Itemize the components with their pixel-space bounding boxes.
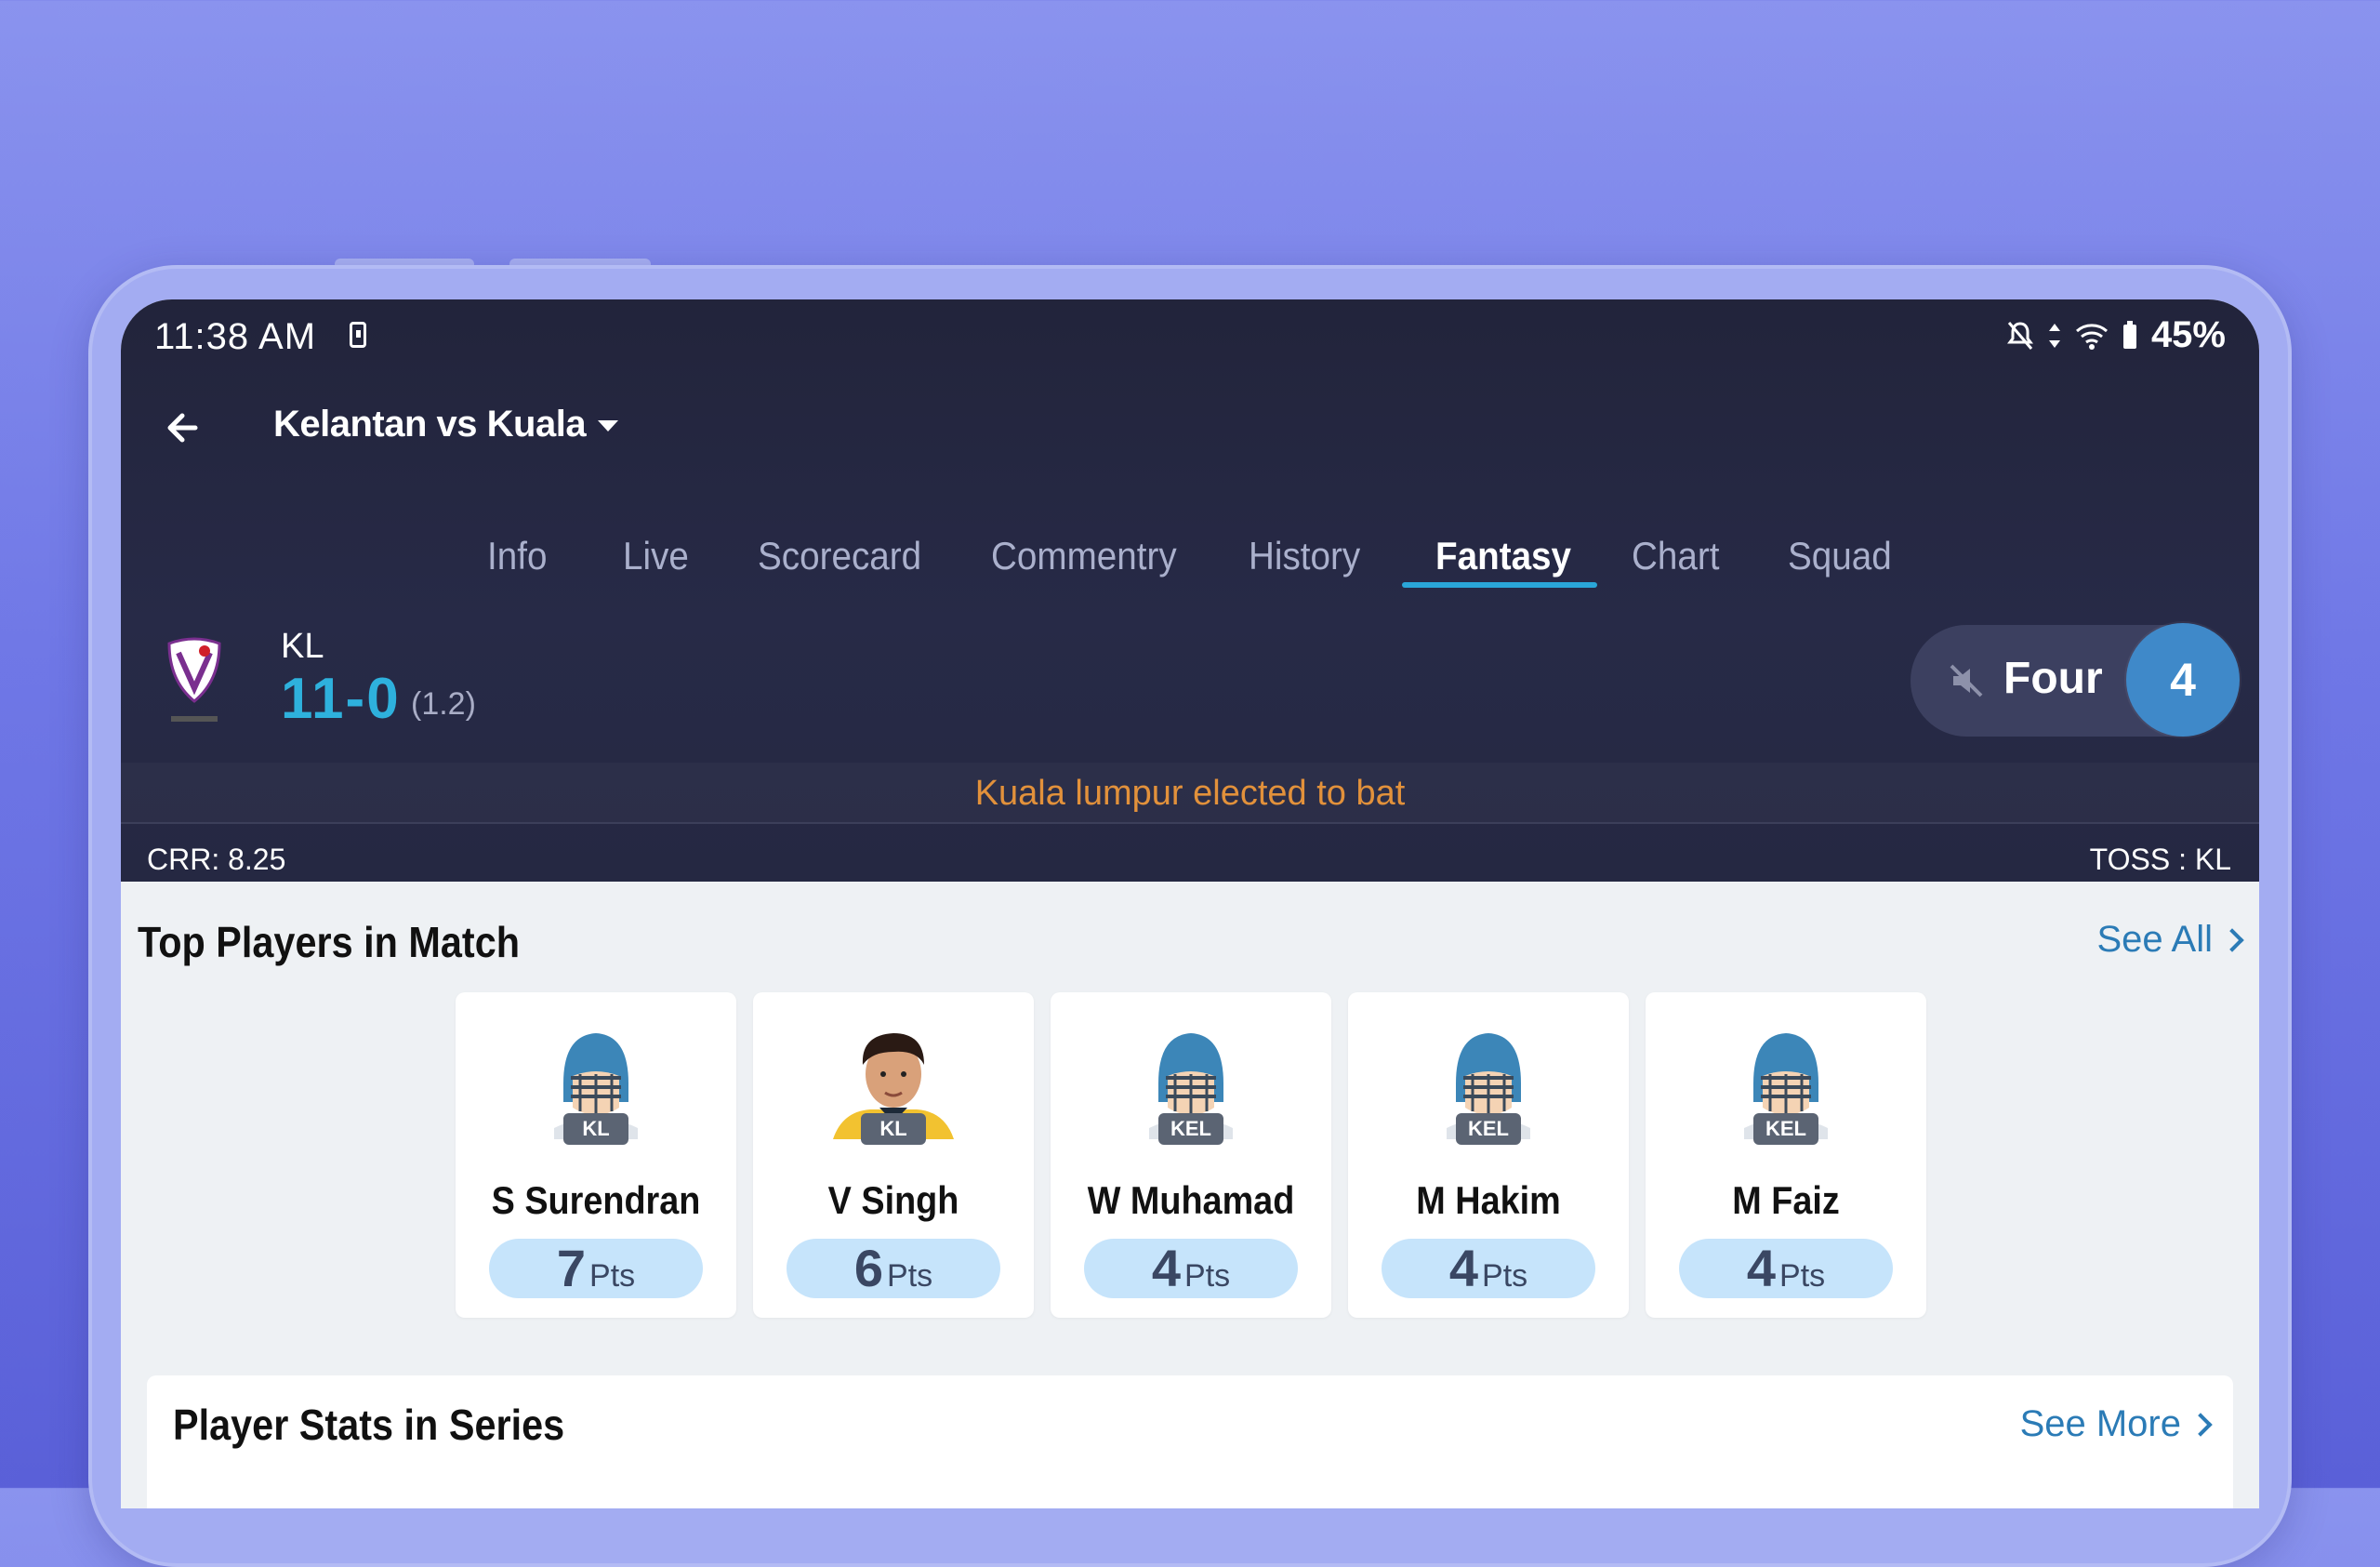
chevron-right-icon bbox=[2188, 1412, 2213, 1437]
points-badge: 4 Pts bbox=[1084, 1239, 1298, 1298]
dropdown-caret-icon[interactable] bbox=[598, 420, 618, 432]
player-stats-title: Player Stats in Series bbox=[173, 1401, 565, 1449]
tab-commentry[interactable]: Commentry bbox=[991, 534, 1177, 578]
wifi-icon bbox=[2075, 323, 2108, 350]
player-card[interactable]: KEL W Muhamad 4 Pts bbox=[1051, 992, 1331, 1318]
battery-percent: 45% bbox=[2150, 314, 2226, 355]
player-name: W Muhamad bbox=[1087, 1178, 1295, 1222]
overs: (1.2) bbox=[411, 686, 476, 722]
points-value: 4 bbox=[1746, 1239, 1777, 1297]
tab-info[interactable]: Info bbox=[487, 534, 547, 578]
points-badge: 7 Pts bbox=[489, 1239, 703, 1298]
active-tab-indicator bbox=[1402, 582, 1597, 588]
player-stats-panel: Player Stats in Series See More bbox=[147, 1375, 2233, 1508]
top-app-bar: Kelantan vs Kuala bbox=[121, 372, 2259, 484]
player-name: V Singh bbox=[827, 1178, 959, 1222]
sim-icon bbox=[350, 322, 366, 348]
player-name: M Faiz bbox=[1732, 1178, 1840, 1222]
data-arrows-icon bbox=[2048, 323, 2060, 348]
see-all-label: See All bbox=[2096, 919, 2213, 960]
team-badge: KEL bbox=[1158, 1113, 1223, 1145]
tab-scorecard[interactable]: Scorecard bbox=[758, 534, 921, 578]
see-more-link[interactable]: See More bbox=[2019, 1403, 2213, 1445]
team-badge: KL bbox=[861, 1113, 926, 1145]
points-label: Pts bbox=[887, 1258, 933, 1294]
battery-icon bbox=[2122, 320, 2136, 349]
player-card[interactable]: KL V Singh 6 Pts bbox=[753, 992, 1034, 1318]
points-label: Pts bbox=[589, 1258, 636, 1294]
status-bar: 11:38 AM 45% bbox=[121, 299, 2259, 372]
points-badge: 6 Pts bbox=[787, 1239, 1000, 1298]
player-card[interactable]: KL S Surendran 7 Pts bbox=[456, 992, 736, 1318]
notifications-off-icon bbox=[2006, 321, 2033, 350]
match-selector[interactable]: Kelantan vs Kuala bbox=[273, 404, 587, 445]
top-players-title: Top Players in Match bbox=[138, 918, 521, 966]
team-badge: KEL bbox=[1753, 1113, 1818, 1145]
header-divider bbox=[121, 822, 2259, 824]
player-card[interactable]: KEL M Faiz 4 Pts bbox=[1646, 992, 1926, 1318]
tab-squad[interactable]: Squad bbox=[1788, 534, 1892, 578]
see-more-label: See More bbox=[2019, 1403, 2181, 1444]
tab-history[interactable]: History bbox=[1249, 534, 1360, 578]
mute-icon[interactable] bbox=[1948, 662, 1985, 699]
current-run-rate: CRR: 8.25 bbox=[147, 843, 286, 876]
last-ball-event: Four 4 bbox=[1911, 623, 2240, 737]
points-badge: 4 Pts bbox=[1382, 1239, 1595, 1298]
event-runs: 4 bbox=[2126, 623, 2240, 737]
event-label: Four bbox=[2003, 654, 2103, 703]
points-value: 4 bbox=[1151, 1239, 1182, 1297]
back-arrow-icon[interactable] bbox=[158, 402, 210, 454]
team-badge: KEL bbox=[1456, 1113, 1521, 1145]
player-name: S Surendran bbox=[491, 1178, 701, 1222]
team-score: 11-0 bbox=[281, 667, 401, 731]
top-players-list: KL S Surendran 7 Pts KL V Singh 6 Pts KEL W Muham… bbox=[456, 992, 1926, 1318]
points-label: Pts bbox=[1482, 1258, 1528, 1294]
batting-team: KL bbox=[281, 627, 324, 666]
toss-winner: TOSS : KL bbox=[2089, 843, 2231, 876]
chevron-right-icon bbox=[2220, 927, 2244, 952]
points-value: 6 bbox=[853, 1239, 884, 1297]
points-value: 7 bbox=[556, 1239, 587, 1297]
app-screen: 11:38 AM 45% Kelantan vs Kuala Info Live… bbox=[121, 299, 2259, 1508]
points-badge: 4 Pts bbox=[1679, 1239, 1893, 1298]
tab-live[interactable]: Live bbox=[623, 534, 689, 578]
match-header: 11:38 AM 45% Kelantan vs Kuala Info Live… bbox=[121, 299, 2259, 882]
status-icons: 45% bbox=[2006, 314, 2226, 356]
player-card[interactable]: KEL M Hakim 4 Pts bbox=[1348, 992, 1629, 1318]
player-name: M Hakim bbox=[1416, 1178, 1561, 1222]
see-all-link[interactable]: See All bbox=[2096, 919, 2244, 961]
tab-chart[interactable]: Chart bbox=[1632, 534, 1719, 578]
points-value: 4 bbox=[1448, 1239, 1479, 1297]
tab-bar: Info Live Scorecard Commentry History Fa… bbox=[121, 504, 2259, 588]
points-label: Pts bbox=[1779, 1258, 1826, 1294]
status-time: 11:38 AM bbox=[154, 316, 317, 357]
team-logo-icon bbox=[167, 637, 221, 722]
points-label: Pts bbox=[1184, 1258, 1231, 1294]
team-badge: KL bbox=[563, 1113, 628, 1145]
toss-message: Kuala lumpur elected to bat bbox=[121, 763, 2259, 824]
tab-fantasy[interactable]: Fantasy bbox=[1435, 534, 1571, 578]
